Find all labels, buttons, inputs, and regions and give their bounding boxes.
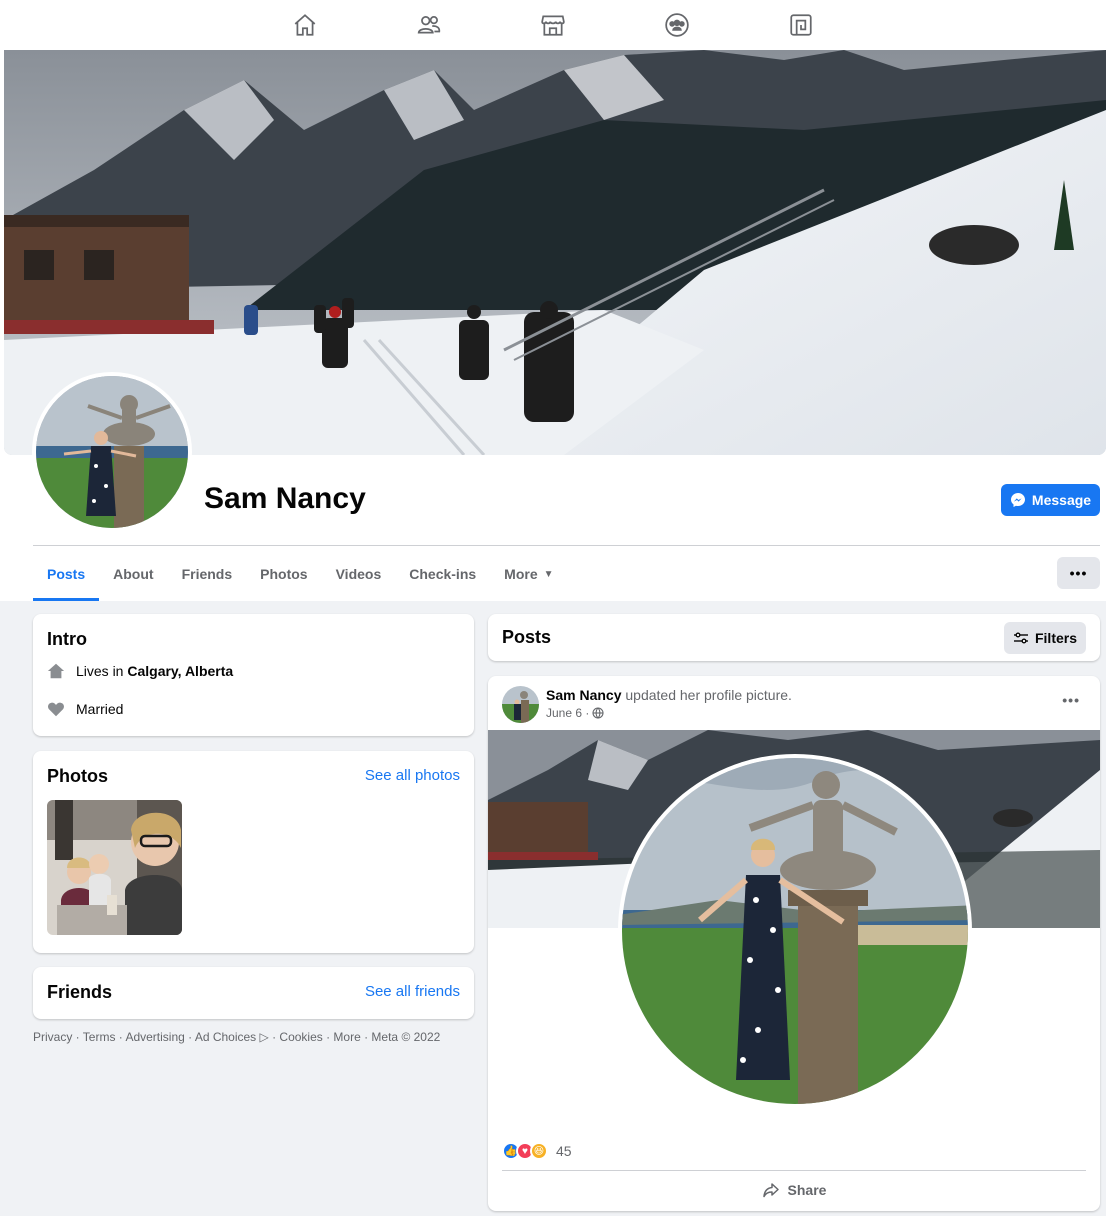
message-button[interactable]: Message [1001,484,1100,516]
messenger-icon [1010,493,1025,507]
caret-down-icon: ▼ [543,568,554,580]
intro-card: Intro Lives in Calgary, Alberta Married [33,614,474,736]
intro-title: Intro [47,629,87,649]
share-label: Share [787,1182,827,1198]
friends-icon [417,16,441,34]
tab-more[interactable]: More ▼ [490,547,567,601]
heart-icon [48,702,64,717]
tab-check-ins[interactable]: Check-ins [395,547,490,601]
post-author-avatar[interactable] [502,686,539,723]
intro-relationship: Married [47,700,123,718]
filters-button[interactable]: Filters [1004,622,1086,654]
post-divider [502,1170,1086,1171]
nav-home[interactable] [243,0,367,50]
profile-more-button[interactable]: ••• [1057,557,1100,589]
friends-title: Friends [47,982,113,1002]
cover-photo[interactable] [4,50,1106,455]
see-all-photos-link[interactable]: See all photos [365,767,460,784]
house-icon [47,663,65,679]
profile-header: Sam Nancy Message Posts About Friends Ph… [0,50,1106,601]
see-all-friends-link[interactable]: See all friends [365,983,460,1000]
nav-gaming[interactable] [739,0,863,50]
gaming-icon [790,14,812,36]
nav-marketplace[interactable] [491,0,615,50]
posts-title: Posts [502,627,552,647]
tab-posts[interactable]: Posts [33,547,100,601]
intro-city[interactable]: Calgary, Alberta [127,663,233,679]
post-image[interactable] [488,730,1100,1132]
tab-photos[interactable]: Photos [246,547,321,601]
tab-friends[interactable]: Friends [168,547,247,601]
nav-friends[interactable] [367,0,491,50]
post-author-name[interactable]: Sam Nancy [546,687,621,703]
reaction-count[interactable]: 45 [556,1143,572,1159]
photos-title: Photos [47,766,108,786]
profile-tabs: Posts About Friends Photos Videos Check-… [33,547,568,601]
post-author-line: Sam Nancy updated her profile picture. [546,687,792,703]
footer-links[interactable]: Privacy · Terms · Advertising · Ad Choic… [33,1030,440,1044]
sliders-icon [1013,632,1028,644]
header-divider [33,545,1100,546]
message-button-label: Message [1031,492,1092,508]
nav-groups[interactable] [615,0,739,50]
home-icon [294,14,316,36]
top-navigation [0,0,1106,50]
tab-about[interactable]: About [99,547,167,601]
posts-header-card: Posts Filters [488,614,1100,661]
globe-icon [592,707,604,719]
share-button[interactable]: Share [488,1174,1100,1206]
photo-thumbnail[interactable] [47,800,182,935]
photos-card: Photos See all photos [33,751,474,953]
intro-lives-in: Lives in Calgary, Alberta [47,662,233,680]
filters-label: Filters [1034,630,1077,646]
marketplace-icon [541,15,565,36]
post-options-button[interactable]: ••• [1062,692,1080,708]
friends-card: Friends See all friends [33,967,474,1019]
tab-videos[interactable]: Videos [322,547,396,601]
post-reactions[interactable]: 👍 ♥ 😆 45 [502,1142,572,1160]
profile-name: Sam Nancy [204,482,366,515]
profile-avatar[interactable] [32,372,192,532]
post-card: Sam Nancy updated her profile picture. J… [488,676,1100,1211]
groups-icon [665,13,689,37]
share-icon [762,1183,779,1198]
haha-reaction-icon: 😆 [530,1142,548,1160]
post-date[interactable]: June 6 · [546,706,604,720]
